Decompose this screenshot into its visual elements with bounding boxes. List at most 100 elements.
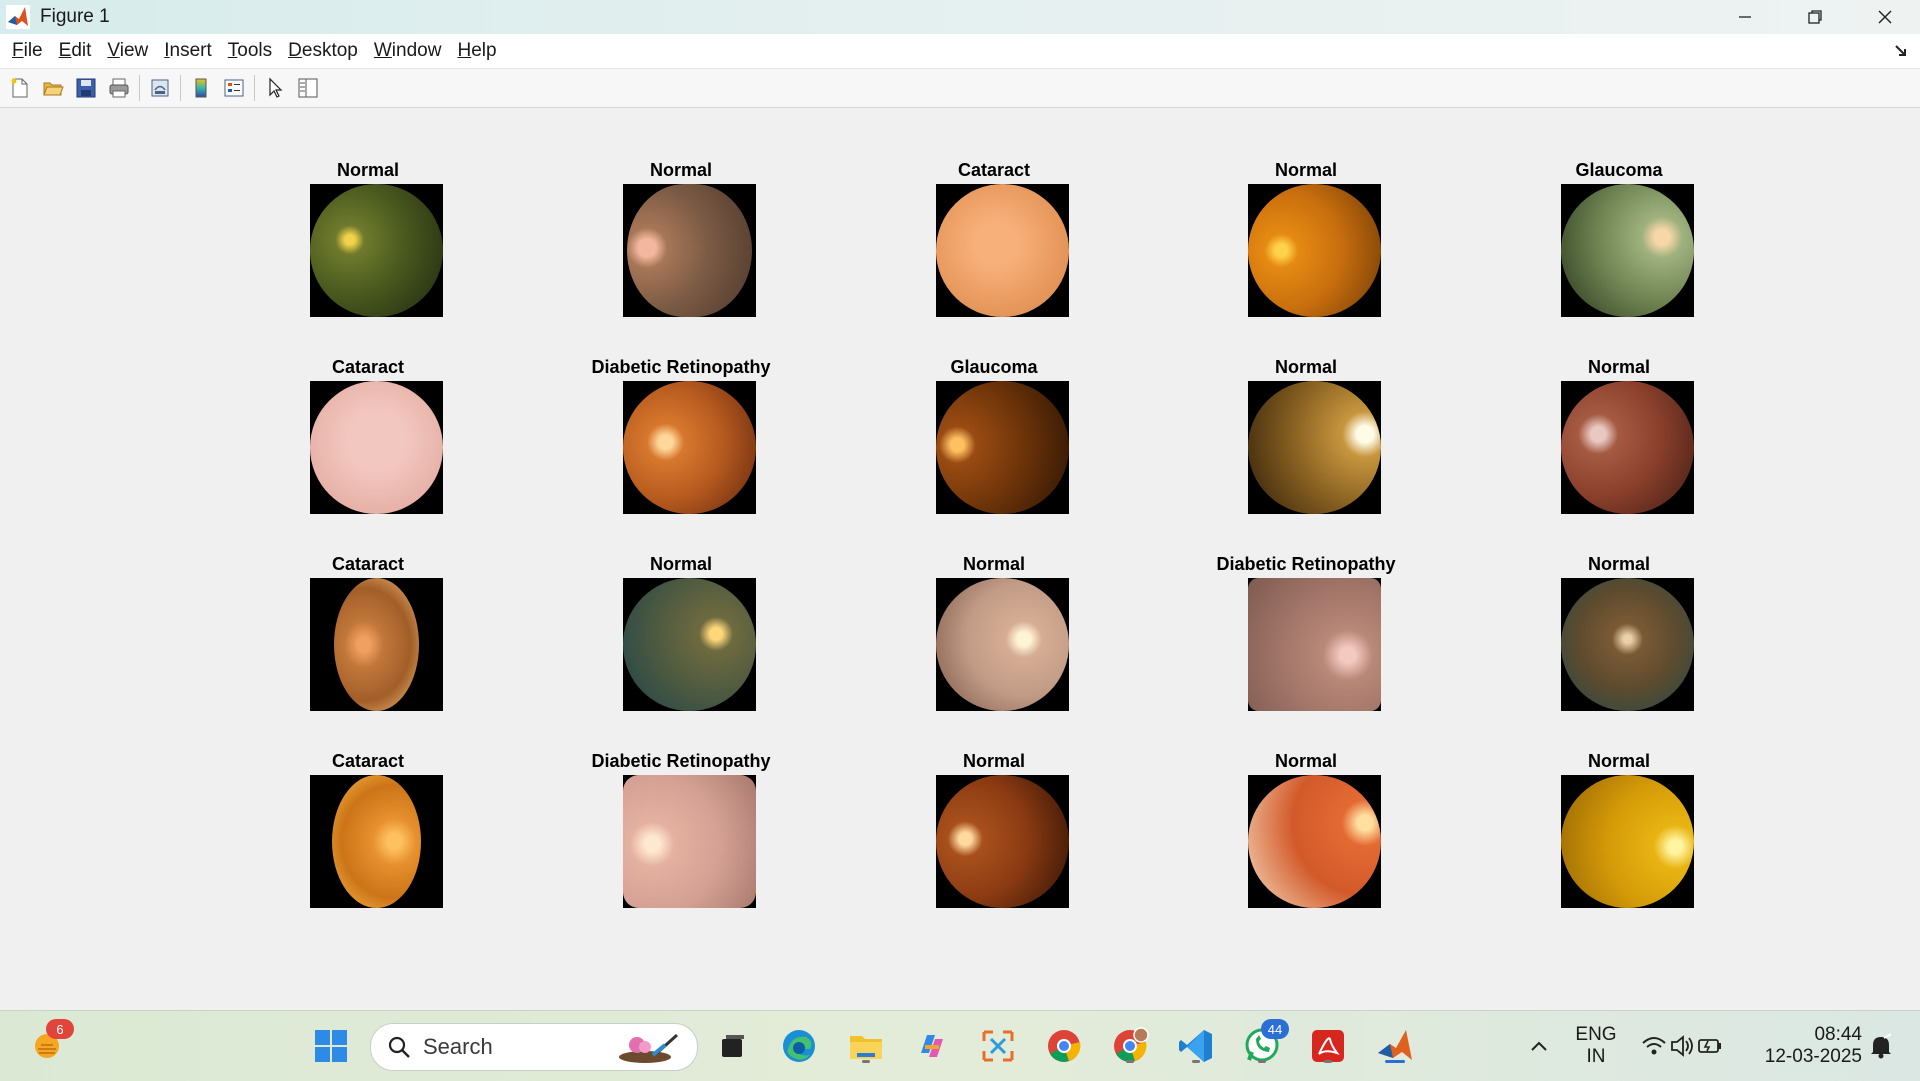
figure-canvas: Normal Normal Cataract Normal Glaucoma C… [0,108,1920,1010]
insert-legend-button[interactable] [221,75,247,101]
subplot-title: Normal [962,554,1025,574]
print-icon [109,78,129,98]
minimize-button[interactable] [1710,0,1780,34]
subplot-title: Cataract [957,160,1031,180]
retina-image [1248,775,1381,908]
show-hidden-icons-button[interactable] [1518,1025,1560,1067]
minimize-icon [1739,16,1751,18]
snipping-tool-icon [982,1030,1014,1062]
edge-icon [783,1030,815,1062]
subplot-title: Normal [336,160,399,180]
open-app-indicator [1258,1060,1266,1063]
snipping-tool-app[interactable] [977,1025,1019,1067]
search-placeholder: Search [423,1034,493,1059]
pointer-arrow-icon [269,77,283,98]
open-app-indicator [1324,1060,1332,1063]
matlab-app[interactable] [1374,1025,1416,1067]
notification-badge: 6 [46,1019,74,1039]
retina-image [1248,184,1381,317]
copilot-app[interactable] [911,1025,953,1067]
close-button[interactable] [1850,0,1920,34]
edge-app[interactable] [778,1025,820,1067]
retina-image [936,184,1069,317]
subplot-title: Normal [1587,357,1650,377]
restore-button[interactable] [1780,0,1850,34]
retina-image [1561,578,1694,711]
language-indicator[interactable]: ENG IN [1572,1011,1620,1081]
subplot-title: Normal [1274,357,1337,377]
colorbar-icon [195,78,207,98]
subplot-title: Normal [649,554,712,574]
subplot-title: Diabetic Retinopathy [591,357,771,377]
subplot-title: Normal [1274,160,1337,180]
windows-logo-icon [315,1030,347,1062]
clock-date: 12-03-2025 [1764,1046,1862,1067]
dock-figure-icon[interactable] [1894,44,1908,58]
toolbar-separator [139,75,140,101]
menu-view[interactable]: View [103,40,152,62]
menu-window[interactable]: Window [370,40,446,62]
toolbar-separator [254,75,255,101]
insert-colorbar-button[interactable] [188,75,214,101]
weather-widget[interactable]: 6 [26,1019,74,1067]
close-icon [1878,10,1892,24]
menu-insert[interactable]: Insert [160,40,216,62]
notification-center-button[interactable] [1860,1025,1902,1067]
quick-settings-button[interactable] [1630,1025,1734,1067]
taskbar-search[interactable]: Search [370,1023,698,1071]
menu-tools[interactable]: Tools [224,40,276,62]
file-explorer-app[interactable] [845,1025,887,1067]
link-plot-button[interactable] [147,75,173,101]
retina-image [1561,775,1694,908]
retina-image [310,184,443,317]
open-folder-icon [43,82,64,96]
subplot-title: Diabetic Retinopathy [1216,554,1396,574]
new-figure-button[interactable] [7,75,33,101]
subplot-title: Cataract [331,751,405,771]
title-bar: Figure 1 [0,0,1920,34]
link-plot-icon [151,79,169,97]
active-app-indicator [1385,1060,1405,1063]
menu-desktop[interactable]: Desktop [284,40,362,62]
chrome-profile-app[interactable] [1109,1025,1151,1067]
retina-image [310,578,443,711]
volume-icon [1671,1035,1693,1057]
chrome-app[interactable] [1043,1025,1085,1067]
retina-image [310,381,443,514]
vscode-app[interactable] [1175,1025,1217,1067]
retina-image [936,775,1069,908]
clock-time: 08:44 [1814,1024,1862,1045]
retina-image [623,184,756,317]
open-app-indicator [862,1060,870,1063]
print-figure-button[interactable] [106,75,132,101]
property-inspector-icon [298,78,318,98]
open-property-inspector-button[interactable] [295,75,321,101]
retina-image [936,578,1069,711]
figure-toolbar [0,69,1920,108]
menu-edit[interactable]: Edit [55,40,96,62]
retina-image [1561,184,1694,317]
start-button[interactable] [310,1025,352,1067]
menu-help[interactable]: Help [453,40,500,62]
open-app-indicator [1126,1060,1134,1063]
save-figure-button[interactable] [73,75,99,101]
search-highlight-icon [619,1033,679,1063]
menu-bar: File Edit View Insert Tools Desktop Wind… [0,34,1920,69]
subplot-title: Cataract [331,357,405,377]
acrobat-app[interactable] [1307,1025,1349,1067]
wifi-icon [1642,1037,1666,1055]
subplot-title: Diabetic Retinopathy [591,751,771,771]
matlab-icon [6,5,30,29]
clock[interactable]: 08:44 12-03-2025 [1752,1011,1862,1081]
task-view-button[interactable] [712,1025,754,1067]
taskbar: 6 Search 44 ENG IN 08:44 12-03-2025 [0,1010,1920,1081]
chevron-up-icon [1531,1041,1547,1051]
save-icon [76,78,96,98]
toolbar-separator [180,75,181,101]
whatsapp-app[interactable]: 44 [1241,1019,1289,1067]
language-code: ENG [1575,1024,1617,1045]
menu-file[interactable]: File [8,40,47,62]
open-file-button[interactable] [40,75,66,101]
window-title: Figure 1 [40,6,110,27]
edit-plot-button[interactable] [262,75,288,101]
